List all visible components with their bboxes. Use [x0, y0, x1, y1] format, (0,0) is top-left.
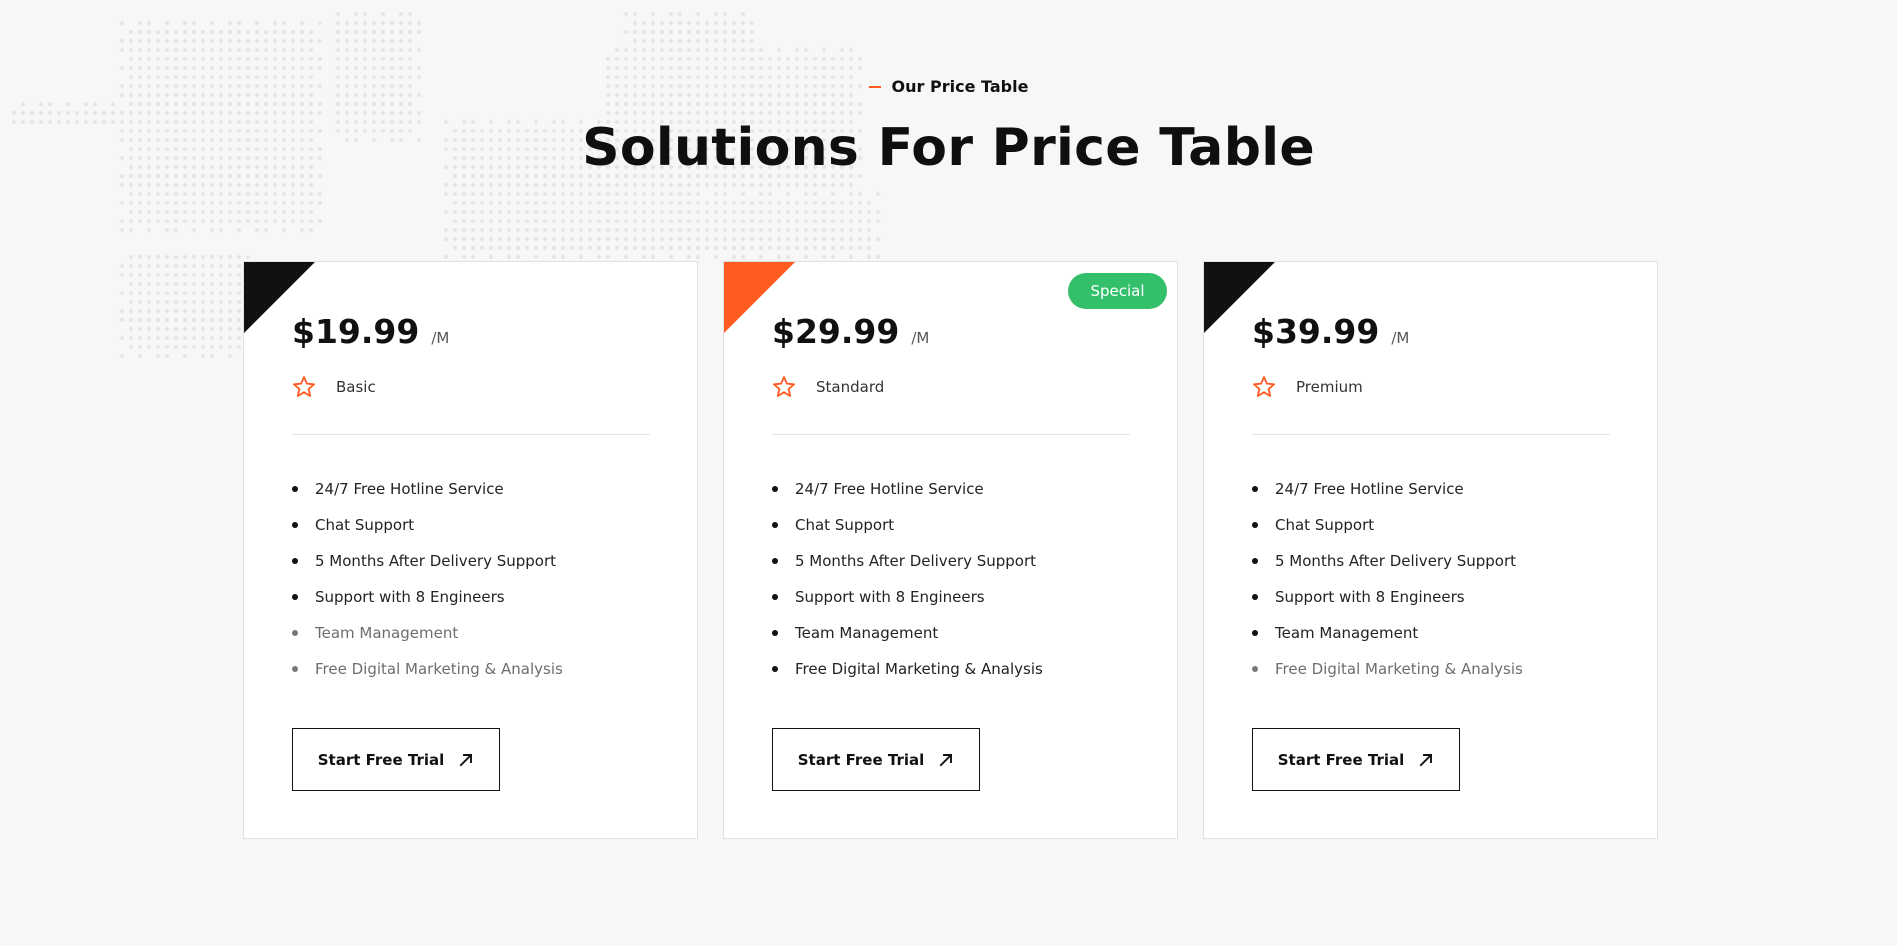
bullet [1252, 522, 1258, 528]
plan-row: Standard [772, 375, 884, 399]
bullet [292, 666, 298, 672]
kicker-text: Our Price Table [891, 77, 1029, 96]
divider [1252, 434, 1610, 435]
bullet [292, 486, 298, 492]
kicker-dash [868, 85, 881, 88]
feature-item: Support with 8 Engineers [292, 579, 563, 615]
price-amount: $19.99 [292, 312, 420, 351]
feature-item: Team Management [1252, 615, 1523, 651]
star-icon [293, 376, 315, 397]
feature-item: Support with 8 Engineers [1252, 579, 1523, 615]
price-card-premium: $39.99 /M Premium 24/7 Free Hotline Serv… [1203, 261, 1658, 839]
feature-item: 24/7 Free Hotline Service [1252, 471, 1523, 507]
feature-item: Free Digital Marketing & Analysis [292, 651, 563, 687]
feature-text: Free Digital Marketing & Analysis [795, 660, 1043, 678]
feature-text: Support with 8 Engineers [315, 588, 505, 606]
price-row: $39.99 /M [1252, 312, 1409, 351]
divider [772, 434, 1130, 435]
feature-item: Chat Support [1252, 507, 1523, 543]
price-card-standard: Special $29.99 /M Standard 24/7 Free Hot… [723, 261, 1178, 839]
feature-text: Team Management [1275, 624, 1419, 642]
bullet [772, 630, 778, 636]
bullet [772, 486, 778, 492]
bullet [292, 630, 298, 636]
feature-item: Chat Support [292, 507, 563, 543]
feature-text: Free Digital Marketing & Analysis [315, 660, 563, 678]
price-card-basic: $19.99 /M Basic 24/7 Free Hotline Servic… [243, 261, 698, 839]
price-amount: $29.99 [772, 312, 900, 351]
start-free-trial-button[interactable]: Start Free Trial [1252, 728, 1460, 791]
start-free-trial-button[interactable]: Start Free Trial [292, 728, 500, 791]
feature-list: 24/7 Free Hotline Service Chat Support 5… [292, 471, 563, 687]
feature-item: Free Digital Marketing & Analysis [772, 651, 1043, 687]
cta-label: Start Free Trial [797, 750, 925, 769]
price-row: $29.99 /M [772, 312, 929, 351]
plan-row: Basic [292, 375, 376, 399]
price-row: $19.99 /M [292, 312, 449, 351]
feature-text: Free Digital Marketing & Analysis [1275, 660, 1523, 678]
price-period: /M [911, 329, 930, 347]
bullet [772, 594, 778, 600]
pricing-section: Our Price Table Solutions For Price Tabl… [0, 0, 1897, 946]
feature-item: 24/7 Free Hotline Service [292, 471, 563, 507]
feature-item: Chat Support [772, 507, 1043, 543]
section-title: Solutions For Price Table [582, 118, 1315, 178]
price-period: /M [1391, 329, 1410, 347]
feature-item: 5 Months After Delivery Support [772, 543, 1043, 579]
arrow-up-right-icon [1419, 753, 1433, 766]
feature-text: Chat Support [1275, 516, 1375, 534]
plan-row: Premium [1252, 375, 1363, 399]
feature-item: Support with 8 Engineers [772, 579, 1043, 615]
price-period: /M [431, 329, 450, 347]
price-amount: $39.99 [1252, 312, 1380, 351]
special-badge: Special [1068, 273, 1167, 309]
cta-label: Start Free Trial [1277, 750, 1405, 769]
feature-text: 5 Months After Delivery Support [1275, 552, 1517, 570]
star-icon [1253, 376, 1275, 397]
section-kicker: Our Price Table [0, 77, 1897, 96]
feature-text: 24/7 Free Hotline Service [795, 480, 984, 498]
plan-name: Standard [816, 378, 885, 396]
feature-item: Team Management [772, 615, 1043, 651]
bullet [292, 558, 298, 564]
feature-text: Chat Support [315, 516, 415, 534]
bullet [292, 522, 298, 528]
feature-text: Team Management [315, 624, 459, 642]
star-icon [773, 376, 795, 397]
feature-text: Support with 8 Engineers [1275, 588, 1465, 606]
feature-text: Support with 8 Engineers [795, 588, 985, 606]
bullet [1252, 630, 1258, 636]
feature-text: 24/7 Free Hotline Service [315, 480, 504, 498]
feature-text: Chat Support [795, 516, 895, 534]
feature-item: Free Digital Marketing & Analysis [1252, 651, 1523, 687]
feature-item: 5 Months After Delivery Support [292, 543, 563, 579]
feature-item: 5 Months After Delivery Support [1252, 543, 1523, 579]
arrow-up-right-icon [459, 753, 473, 766]
feature-text: 24/7 Free Hotline Service [1275, 480, 1464, 498]
feature-text: Team Management [795, 624, 939, 642]
bullet [1252, 666, 1258, 672]
bullet [1252, 486, 1258, 492]
feature-item: 24/7 Free Hotline Service [772, 471, 1043, 507]
feature-list: 24/7 Free Hotline Service Chat Support 5… [772, 471, 1043, 687]
bullet [1252, 558, 1258, 564]
bullet [292, 594, 298, 600]
cta-label: Start Free Trial [317, 750, 445, 769]
bullet [1252, 594, 1258, 600]
bullet [772, 522, 778, 528]
feature-text: 5 Months After Delivery Support [315, 552, 557, 570]
feature-text: 5 Months After Delivery Support [795, 552, 1037, 570]
start-free-trial-button[interactable]: Start Free Trial [772, 728, 980, 791]
divider [292, 434, 650, 435]
feature-item: Team Management [292, 615, 563, 651]
plan-name: Basic [336, 378, 376, 396]
arrow-up-right-icon [939, 753, 953, 766]
bullet [772, 666, 778, 672]
bullet [772, 558, 778, 564]
plan-name: Premium [1296, 378, 1363, 396]
feature-list: 24/7 Free Hotline Service Chat Support 5… [1252, 471, 1523, 687]
